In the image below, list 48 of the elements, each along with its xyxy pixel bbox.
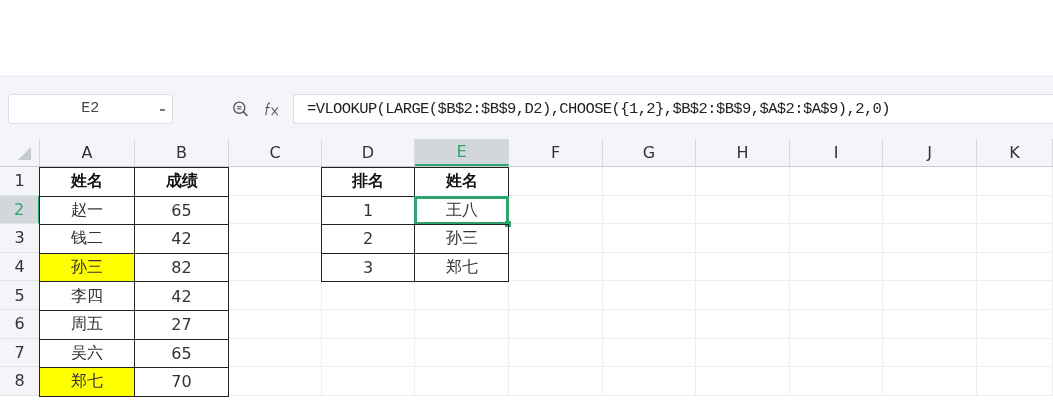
table-cell[interactable]: 郑七 xyxy=(39,367,135,397)
column-header[interactable]: I xyxy=(790,139,883,166)
table-cell[interactable]: 孙三 xyxy=(414,224,509,254)
column-header[interactable]: F xyxy=(509,139,603,166)
table-cell[interactable] xyxy=(322,281,415,310)
column-header[interactable]: H xyxy=(696,139,790,166)
column-header[interactable]: A xyxy=(40,139,135,166)
row-header[interactable]: 4 xyxy=(0,252,40,282)
column-header[interactable]: K xyxy=(977,139,1053,166)
row-header[interactable]: 5 xyxy=(0,281,40,310)
table-cell[interactable] xyxy=(229,309,322,339)
row-header[interactable]: 7 xyxy=(0,338,40,368)
table-cell[interactable]: 姓名 xyxy=(39,167,135,197)
row-header[interactable]: 6 xyxy=(0,309,40,339)
table-cell[interactable] xyxy=(509,281,603,310)
row-header[interactable]: 8 xyxy=(0,367,40,396)
table-cell[interactable]: 排名 xyxy=(321,167,415,197)
table-cell[interactable] xyxy=(229,367,322,396)
table-cell[interactable] xyxy=(415,281,509,310)
table-cell[interactable]: 姓名 xyxy=(414,167,509,197)
table-cell[interactable] xyxy=(509,195,603,225)
table-cell[interactable]: 郑七 xyxy=(414,252,509,283)
table-cell[interactable] xyxy=(977,167,1053,196)
name-box[interactable]: E2 xyxy=(8,93,173,124)
table-cell[interactable]: 王八 xyxy=(414,195,509,226)
table-cell[interactable] xyxy=(509,224,603,253)
column-header[interactable]: G xyxy=(603,139,696,166)
table-cell[interactable] xyxy=(229,281,322,310)
column-header[interactable]: C xyxy=(229,139,322,166)
table-cell[interactable] xyxy=(603,167,696,196)
column-header[interactable]: J xyxy=(883,139,977,166)
zoom-icon[interactable] xyxy=(231,98,249,119)
fill-handle[interactable] xyxy=(505,221,511,228)
table-cell[interactable]: 70 xyxy=(134,367,229,397)
caret-icon[interactable] xyxy=(159,108,165,111)
table-cell[interactable] xyxy=(883,167,977,196)
table-cell[interactable]: 孙三 xyxy=(39,252,135,283)
table-cell[interactable] xyxy=(229,338,322,368)
table-cell[interactable] xyxy=(509,167,603,196)
table-cell[interactable] xyxy=(696,167,790,196)
row-header[interactable]: 1 xyxy=(0,167,40,196)
formula-field[interactable]: =VLOOKUP(LARGE($B$2:$B$9,D2),CHOOSE({1,2},$B$2:$B$9,$A$2:$A$9),2,0) xyxy=(293,93,1053,124)
table-cell[interactable]: 成绩 xyxy=(134,167,229,197)
table-cell[interactable]: 3 xyxy=(321,252,415,283)
table-cell[interactable] xyxy=(790,167,883,196)
row-header[interactable]: 3 xyxy=(0,224,40,253)
table-cell[interactable] xyxy=(509,252,603,282)
column-header[interactable]: B xyxy=(135,139,229,166)
